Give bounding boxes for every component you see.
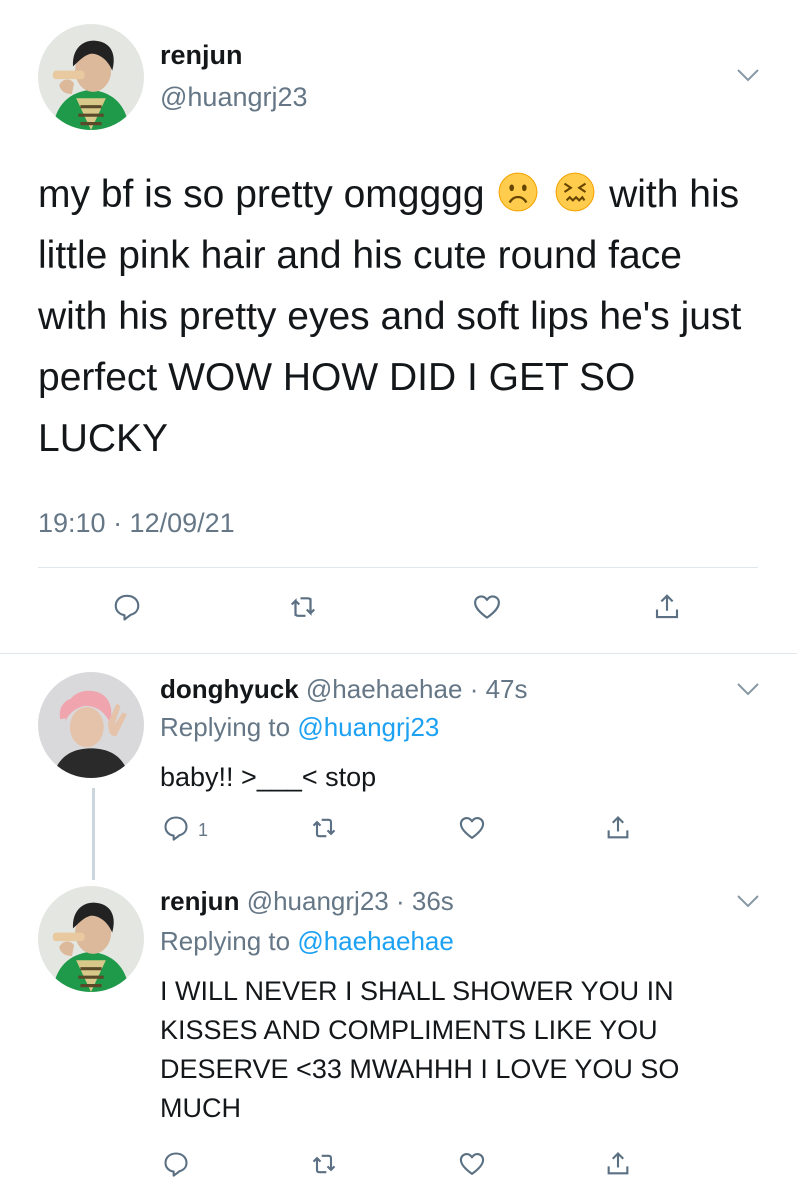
confounded-face-emoji-icon [554, 171, 596, 213]
chevron-down-icon[interactable] [736, 894, 760, 908]
share-icon[interactable] [652, 592, 682, 622]
reply-icon[interactable] [112, 592, 142, 622]
replying-to-prefix: Replying to [160, 926, 291, 956]
like-icon[interactable] [458, 814, 486, 842]
reply-text: I WILL NEVER I SHALL SHOWER YOU IN KISSE… [160, 976, 680, 1123]
reply-header: donghyuck @haehaehae · 47s [160, 674, 528, 705]
reply-count: 1 [198, 820, 209, 840]
divider [38, 567, 758, 568]
like-icon[interactable] [472, 592, 502, 622]
author-name[interactable]: renjun [160, 40, 243, 71]
frowning-face-emoji-icon [497, 171, 539, 213]
tweet-text-part1: my bf is so pretty omgggg [38, 173, 485, 216]
author-avatar[interactable] [38, 24, 144, 130]
share-icon[interactable] [604, 814, 632, 842]
reply-avatar[interactable] [38, 672, 144, 778]
retweet-icon[interactable] [310, 1150, 338, 1178]
share-icon[interactable] [604, 1150, 632, 1178]
tweet-text-part2: with his little pink hair and his cute r… [38, 173, 742, 460]
retweet-icon[interactable] [288, 592, 318, 622]
author-handle[interactable]: @huangrj23 [160, 82, 308, 113]
reply-author-name[interactable]: renjun [160, 886, 239, 916]
tweet-text: my bf is so pretty omgggg with his littl… [38, 164, 758, 469]
reply-text: baby!! >___< stop [160, 762, 377, 792]
reply-avatar[interactable] [38, 886, 144, 992]
reply-time: · 36s [395, 886, 454, 916]
separator [0, 653, 797, 654]
replying-to-mention[interactable]: @huangrj23 [297, 712, 439, 742]
replying-to-mention[interactable]: @haehaehae [297, 926, 454, 956]
thread-line [92, 788, 95, 880]
chevron-down-icon[interactable] [736, 68, 760, 82]
reply-author-handle[interactable]: @haehaehae [306, 674, 463, 704]
reply-icon[interactable] [162, 1150, 190, 1178]
reply-header: renjun @huangrj23 · 36s [160, 886, 454, 917]
tweet-timestamp[interactable]: 19:10 · 12/09/21 [38, 508, 235, 539]
reply-icon[interactable] [162, 814, 190, 842]
replying-to: Replying to @haehaehae [160, 926, 454, 957]
reply-time: · 47s [469, 674, 528, 704]
retweet-icon[interactable] [310, 814, 338, 842]
chevron-down-icon[interactable] [736, 682, 760, 696]
replying-to: Replying to @huangrj23 [160, 712, 439, 743]
replying-to-prefix: Replying to [160, 712, 291, 742]
reply-author-handle[interactable]: @huangrj23 [247, 886, 389, 916]
reply-author-name[interactable]: donghyuck [160, 674, 299, 704]
like-icon[interactable] [458, 1150, 486, 1178]
